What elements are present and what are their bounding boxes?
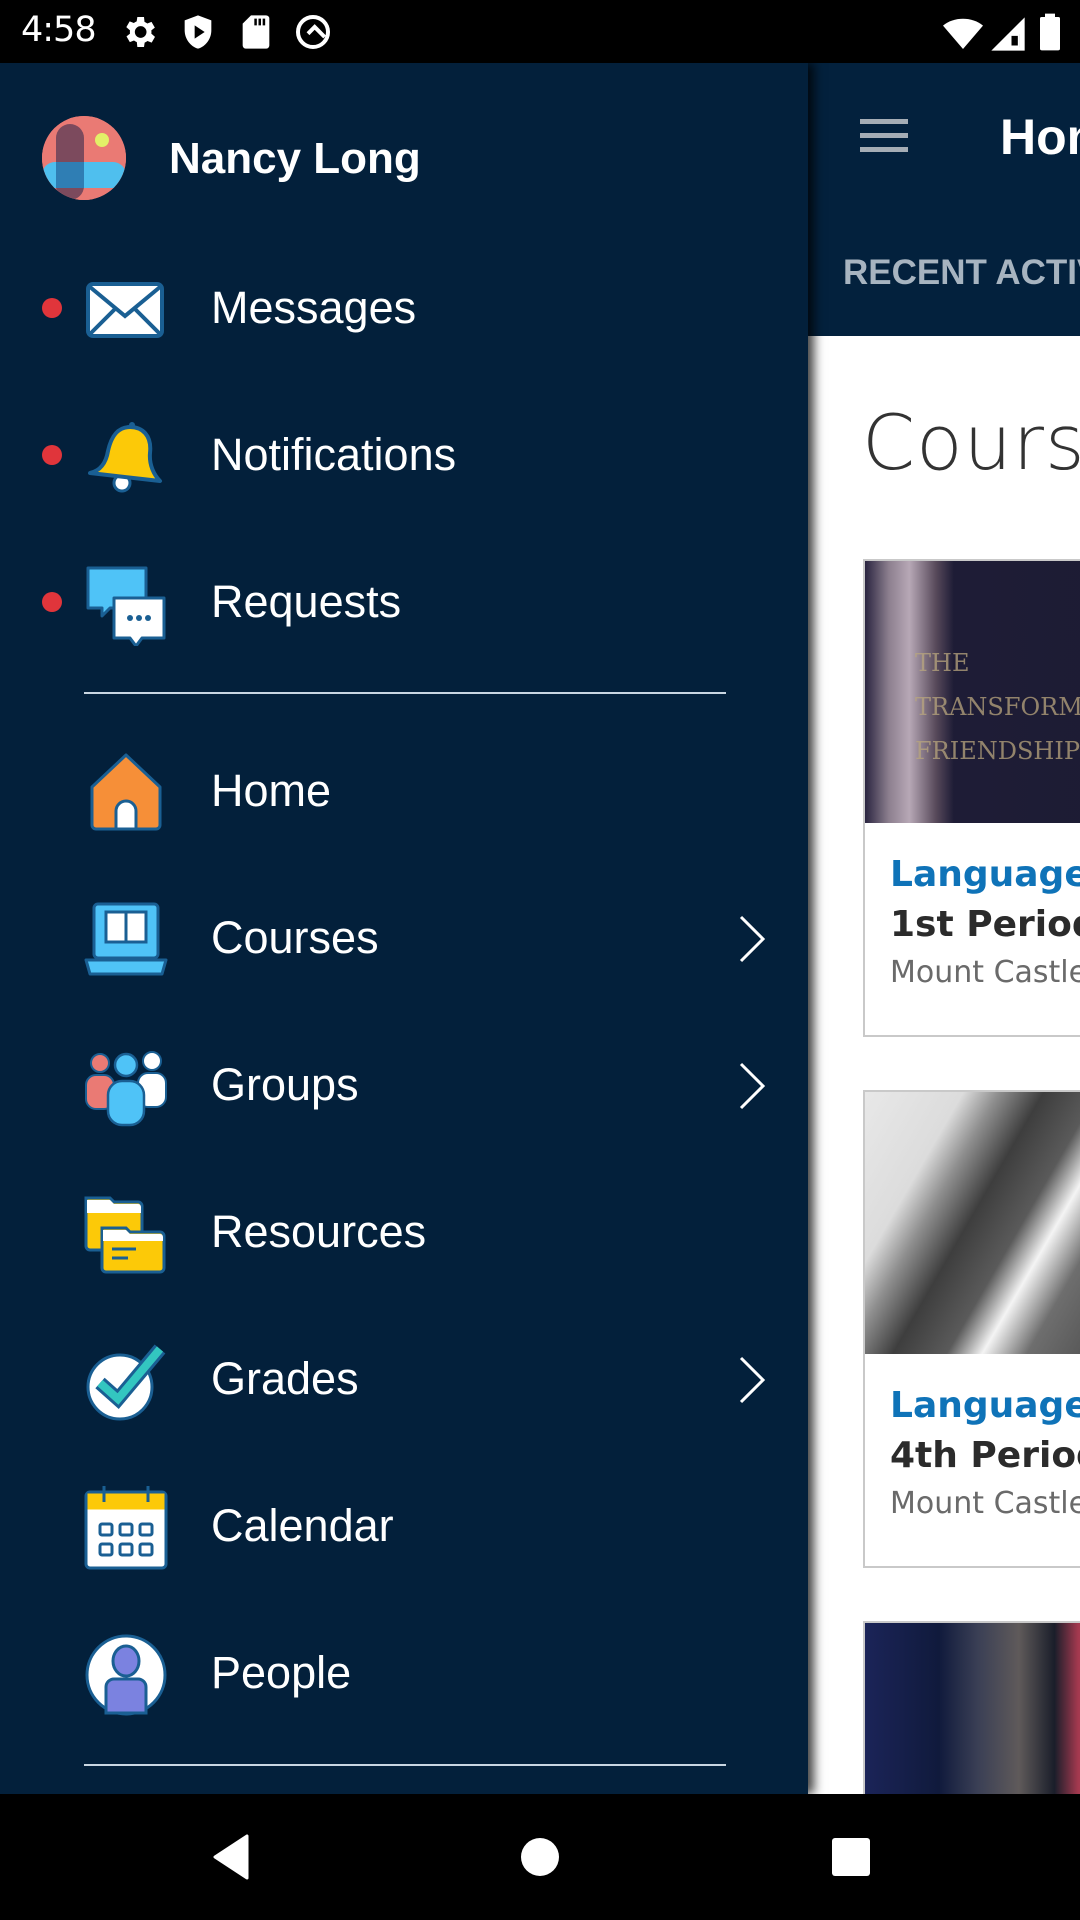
person-icon	[85, 1634, 167, 1716]
recents-icon[interactable]	[826, 1832, 876, 1882]
drawer-item-label: Notifications	[211, 429, 457, 480]
unread-dot	[42, 592, 62, 612]
drawer-item-notifications[interactable]: Notifications	[0, 393, 808, 513]
drawer-item-requests[interactable]: Requests	[0, 540, 808, 660]
drawer-item-label: Requests	[211, 576, 402, 627]
course-card[interactable]	[863, 1621, 1080, 1794]
unread-dot	[42, 445, 62, 465]
cellular-signal-icon	[991, 17, 1025, 51]
drawer-item-label: Courses	[211, 912, 379, 963]
drawer-item-courses[interactable]: Courses	[0, 876, 808, 996]
user-profile[interactable]: Nancy Long	[42, 116, 421, 200]
chevron-right-icon[interactable]	[738, 1355, 766, 1405]
avatar[interactable]	[42, 116, 126, 200]
drawer-item-label: Grades	[211, 1353, 359, 1404]
system-nav-bar	[0, 1794, 1080, 1920]
house-icon	[90, 753, 162, 831]
battery-icon	[1040, 13, 1060, 51]
wifi-icon	[943, 18, 983, 49]
status-time: 4:58	[21, 10, 97, 50]
course-card[interactable]: Language Arts 4th Period Mount Castle	[863, 1090, 1080, 1568]
calendar-icon	[84, 1486, 168, 1570]
hamburger-menu-icon[interactable]	[860, 119, 908, 153]
checkmark-circle-icon	[86, 1344, 166, 1421]
course-title[interactable]: Language Arts	[890, 1385, 1080, 1426]
drawer-item-messages[interactable]: Messages	[0, 246, 808, 366]
course-card[interactable]: THETRANSFORMINGFRIENDSHIP Language Arts …	[863, 559, 1080, 1037]
course-image	[865, 1623, 1080, 1794]
drawer-item-label: Groups	[211, 1059, 359, 1110]
drawer-item-label: Messages	[211, 282, 417, 333]
laptop-book-icon	[84, 902, 168, 976]
drawer-item-label: Resources	[211, 1206, 427, 1257]
drawer-item-label: Calendar	[211, 1500, 394, 1551]
back-icon[interactable]	[205, 1832, 255, 1882]
course-image	[865, 1092, 1080, 1354]
play-protect-icon	[184, 15, 212, 49]
user-name[interactable]: Nancy Long	[169, 134, 421, 184]
drawer-item-home[interactable]: Home	[0, 729, 808, 849]
folders-icon	[84, 1196, 166, 1274]
drawer-item-calendar[interactable]: Calendar	[0, 1464, 808, 1584]
course-period: 1st Period	[890, 904, 1080, 945]
page-title: Home	[1000, 109, 1080, 165]
course-school: Mount Castle	[890, 1486, 1080, 1521]
navigation-drawer: Nancy Long Messages Notifications Reques…	[0, 63, 808, 1794]
course-school: Mount Castle	[890, 955, 1080, 990]
q-icon	[296, 15, 330, 49]
settings-icon	[126, 17, 155, 47]
divider	[84, 692, 726, 694]
section-title-courses: Courses	[862, 398, 1080, 487]
drawer-item-grades[interactable]: Grades	[0, 1317, 808, 1437]
drawer-item-label: People	[211, 1647, 352, 1698]
envelope-icon	[86, 282, 164, 338]
status-bar: 4:58	[0, 0, 1080, 63]
people-group-icon	[85, 1051, 167, 1127]
tab-recent-activity[interactable]: RECENT ACTIVITY	[843, 253, 1080, 293]
drawer-item-groups[interactable]: Groups	[0, 1023, 808, 1143]
course-period: 4th Period	[890, 1435, 1080, 1476]
home-button-icon[interactable]	[515, 1832, 565, 1882]
unread-dot	[42, 298, 62, 318]
chevron-right-icon[interactable]	[738, 914, 766, 964]
divider	[84, 1764, 726, 1766]
course-image: THETRANSFORMINGFRIENDSHIP	[865, 561, 1080, 823]
drawer-item-resources[interactable]: Resources	[0, 1170, 808, 1290]
drawer-item-people[interactable]: People	[0, 1611, 808, 1731]
chat-bubbles-icon	[86, 566, 166, 646]
bell-icon	[88, 422, 162, 493]
chevron-right-icon[interactable]	[738, 1061, 766, 1111]
drawer-item-label: Home	[211, 765, 332, 816]
sd-card-icon	[242, 15, 270, 49]
course-title[interactable]: Language Arts	[890, 854, 1080, 895]
